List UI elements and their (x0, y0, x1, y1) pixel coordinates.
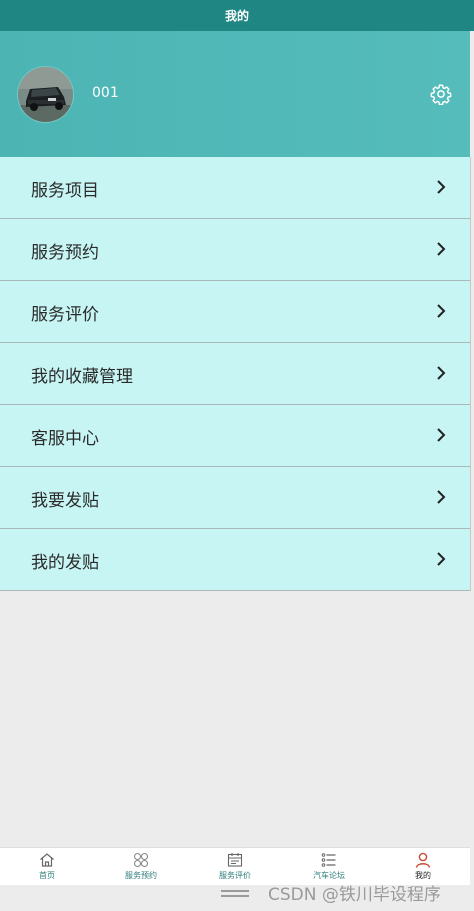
menu-list: 服务项目 服务预约 服务评价 我的收藏管理 客服中心 我要发贴 我的发贴 (0, 157, 471, 591)
menu-item-label: 我要发贴 (31, 491, 99, 511)
chevron-right-icon (437, 242, 446, 256)
chevron-right-icon (437, 304, 446, 318)
menu-item-label: 服务项目 (31, 181, 99, 201)
menu-item-service-items[interactable]: 服务项目 (0, 157, 470, 219)
tab-label: 服务评价 (219, 871, 251, 880)
menu-item-new-post[interactable]: 我要发贴 (0, 467, 470, 529)
gesture-handle (221, 890, 249, 897)
car-photo-avatar (18, 67, 73, 122)
chevron-right-icon (437, 180, 446, 194)
chevron-right-icon (437, 428, 446, 442)
page-title: 我的 (224, 9, 249, 23)
menu-item-label: 我的发贴 (31, 553, 99, 573)
user-icon (415, 852, 431, 868)
grid-icon (133, 852, 149, 868)
gear-icon (430, 84, 452, 106)
top-bar: 我的 (0, 0, 474, 31)
menu-item-service-review[interactable]: 服务评价 (0, 281, 470, 343)
calendar-icon (227, 853, 243, 867)
chevron-right-icon (437, 490, 446, 504)
menu-item-label: 我的收藏管理 (31, 367, 133, 387)
tab-label: 首页 (39, 871, 55, 880)
watermark: CSDN @铁川毕设程序 (268, 885, 441, 905)
tab-label: 服务预约 (125, 871, 157, 880)
home-icon (40, 853, 54, 867)
chevron-right-icon (437, 366, 446, 380)
menu-item-label: 服务预约 (31, 243, 99, 263)
menu-item-my-posts[interactable]: 我的发贴 (0, 529, 470, 591)
settings-button[interactable] (430, 83, 452, 106)
chevron-right-icon (437, 552, 446, 566)
list-icon (321, 853, 336, 867)
menu-item-label: 服务评价 (31, 305, 99, 325)
menu-item-service-booking[interactable]: 服务预约 (0, 219, 470, 281)
profile-header: 001 (0, 31, 470, 157)
page: 我的 001 服务项目 服务预约 服务评价 我的收藏管理 客服中心 我要发贴 我… (0, 0, 474, 911)
menu-item-customer-service[interactable]: 客服中心 (0, 405, 470, 467)
username: 001 (92, 85, 119, 101)
tab-home[interactable]: 首页 (0, 848, 94, 885)
menu-item-favorites[interactable]: 我的收藏管理 (0, 343, 470, 405)
menu-item-label: 客服中心 (31, 429, 99, 449)
avatar[interactable] (18, 67, 73, 122)
tab-service-booking[interactable]: 服务预约 (94, 848, 188, 885)
